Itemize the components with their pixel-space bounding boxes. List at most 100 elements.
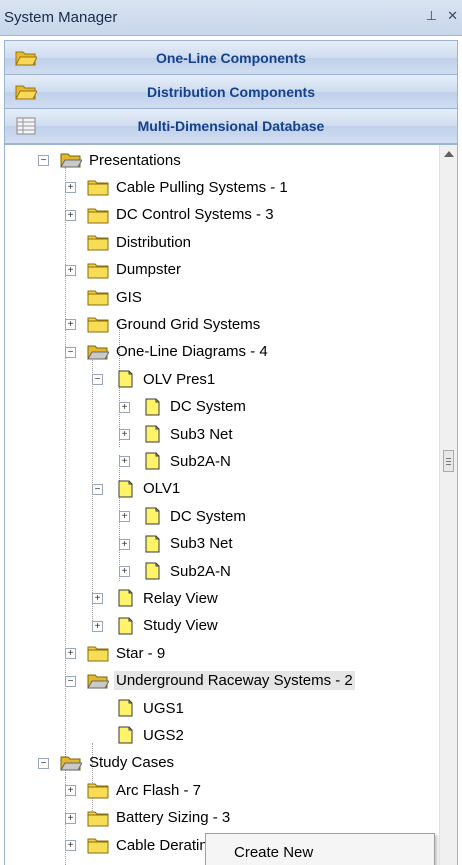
expand-icon[interactable]: + [65,264,76,276]
tree-item[interactable]: + Sub3 Net [119,421,235,447]
page-icon [118,589,133,607]
tree-item-label: Sub2A-N [170,452,231,470]
close-icon[interactable]: ✕ [447,8,458,24]
expand-icon[interactable]: + [65,209,76,221]
panel-one-line-components[interactable]: One-Line Components [4,40,458,76]
folder-icon [87,646,109,662]
panel-label: Distribution Components [147,84,315,100]
tree-item[interactable]: + Sub2A-N [119,448,233,474]
panel-distribution-components[interactable]: Distribution Components [4,74,458,110]
open-folder-icon [15,85,37,100]
folder-icon [87,263,109,279]
collapse-icon[interactable]: − [65,675,76,687]
window-title: System Manager [4,9,118,26]
context-menu: Create New [205,833,435,865]
grid-icon [16,117,36,135]
tree-item[interactable]: + Arc Flash - 7 [65,777,203,803]
tree-item-label: Relay View [143,589,218,607]
tree-item[interactable]: + DC System [119,394,248,420]
tree-item[interactable]: + Ground Grid Systems [65,311,262,337]
tree-item[interactable]: − OLV Pres1 [92,366,217,392]
tree-item[interactable]: + Study View [92,613,220,639]
tree-item[interactable]: + Cable Pulling Systems - 1 [65,174,290,200]
page-icon [118,370,133,388]
panel-multi-dimensional-database[interactable]: Multi-Dimensional Database [4,108,458,144]
expand-icon[interactable]: + [119,511,130,523]
collapse-icon[interactable]: − [92,374,103,386]
tree-item-label: Arc Flash - 7 [116,781,202,799]
open-folder-icon [87,345,109,360]
tree-item[interactable]: − Study Cases [38,750,176,776]
tree-item[interactable]: GIS [87,284,144,310]
expand-icon[interactable]: + [65,812,76,824]
page-icon [145,398,160,416]
expand-icon[interactable]: + [119,538,130,550]
open-folder-icon [60,756,82,771]
tree-item[interactable]: + [87,859,118,865]
expand-icon[interactable]: + [65,785,76,797]
tree-item[interactable]: + Dumpster [65,257,183,283]
tree-item-label: Dumpster [116,261,182,279]
tree-item-label: One-Line Diagrams - 4 [116,343,268,361]
page-icon [118,699,133,717]
tree-item-label: Sub2A-N [170,562,231,580]
collapse-icon[interactable]: − [38,757,49,769]
tree-item[interactable]: Distribution [87,229,193,255]
tree-item[interactable]: UGS2 [114,722,186,748]
tree-item-label: DC System [170,398,246,416]
tree-item-label: DC Control Systems - 3 [116,206,274,224]
folder-icon [87,290,109,306]
panel-label: Multi-Dimensional Database [137,118,325,134]
tree-item[interactable]: − OLV1 [92,476,182,502]
expand-icon[interactable]: + [92,593,103,605]
page-icon [118,617,133,635]
tree-item-label: Star - 9 [116,644,166,662]
vertical-scrollbar[interactable] [439,145,457,865]
collapse-icon[interactable]: − [65,346,76,358]
scroll-up-arrow-icon[interactable] [444,151,454,157]
page-icon [145,562,160,580]
tree-item[interactable]: + Relay View [92,585,220,611]
open-folder-icon [60,153,82,168]
tree-view[interactable]: − Presentations + Cable Pulling Systems - 1… [4,144,458,865]
open-folder-icon [87,674,109,689]
tree-item[interactable]: − Presentations [38,147,183,173]
tree-item[interactable]: + Sub2A-N [119,558,233,584]
page-icon [118,480,133,498]
tree-item[interactable]: − Underground Raceway Systems - 2 [65,668,355,694]
tree-item-label: Distribution [116,233,192,251]
pin-icon[interactable]: ⊥ [426,8,437,24]
expand-icon[interactable]: + [119,429,130,440]
expand-icon[interactable]: + [65,182,76,194]
tree-item[interactable]: − One-Line Diagrams - 4 [65,339,270,365]
page-icon [145,507,160,525]
collapse-icon[interactable]: − [38,155,49,166]
page-icon [145,535,160,553]
tree-item-label: OLV Pres1 [143,370,216,388]
tree-item-label: UGS2 [143,726,184,744]
page-icon [118,726,133,744]
tree-item[interactable]: + DC Control Systems - 3 [65,202,276,228]
tree-item-label: GIS [116,288,142,306]
expand-icon[interactable]: + [119,456,130,468]
tree-item[interactable]: + Battery Sizing - 3 [65,805,232,831]
expand-icon[interactable]: + [65,648,76,660]
page-icon [145,425,160,443]
expand-icon[interactable]: + [65,840,76,851]
tree-item[interactable]: UGS1 [114,695,186,721]
tree-item-label: OLV1 [143,480,181,498]
tree-item[interactable]: + Star - 9 [65,640,167,666]
expand-icon[interactable]: + [119,566,130,577]
tree-item[interactable]: + Sub3 Net [119,531,235,557]
tree-item[interactable]: + DC System [119,503,248,529]
tree-item-label: Sub3 Net [170,425,233,443]
tree-item-label: Study Cases [89,754,175,772]
expand-icon[interactable]: + [92,620,103,632]
expand-icon[interactable]: + [119,401,130,413]
expand-icon[interactable]: + [65,319,76,331]
page-icon [145,452,160,470]
context-menu-item-create-new[interactable]: Create New [234,844,313,861]
tree-item-label: Cable Pulling Systems - 1 [116,178,288,196]
collapse-icon[interactable]: − [92,483,103,495]
scroll-thumb[interactable] [443,450,454,472]
